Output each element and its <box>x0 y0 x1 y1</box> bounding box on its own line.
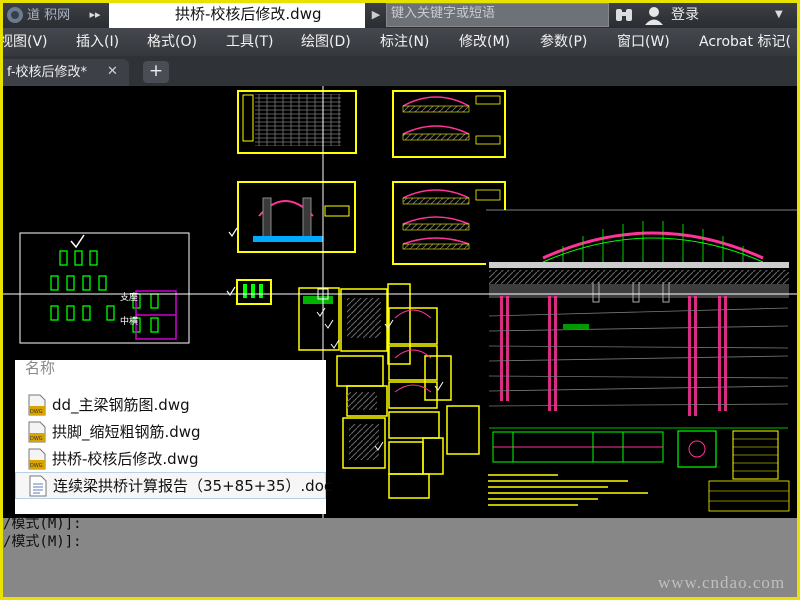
sheet-bridge-elevation <box>486 209 797 518</box>
user-icon[interactable] <box>643 5 665 25</box>
sheet-arch-elevation-top <box>392 90 506 158</box>
file-item[interactable]: DWG 拱桥-校核后修改.dwg <box>15 446 326 472</box>
sheet-cluster <box>298 283 480 499</box>
app-window: 道 积网 ▸▸ 拱桥-校核后修改.dwg ▶ 键入关键字或短语 登录 ▼ 视图(… <box>0 0 800 600</box>
svg-text:DWG: DWG <box>30 436 43 442</box>
menu-view[interactable]: 视图(V) <box>3 28 48 56</box>
file-item-selected[interactable]: 连续梁拱桥计算报告（35+85+35）.doc <box>15 472 332 499</box>
file-list-panel: 名称 DWG dd_主梁钢筋图.dwg DWG 拱脚_缩短粗钢筋.dwg DWG <box>15 358 332 514</box>
document-tab-bar: f-校核后修改* ✕ + <box>3 56 797 86</box>
column-header-name[interactable]: 名称 <box>25 358 55 378</box>
file-name: 拱脚_缩短粗钢筋.dwg <box>52 423 201 441</box>
menu-dimension[interactable]: 标注(N) <box>380 28 429 56</box>
new-tab-button[interactable]: + <box>143 61 169 83</box>
command-line: /模式(M)]: <box>3 534 82 550</box>
play-arrow-icon[interactable]: ▶ <box>367 6 385 24</box>
tab-drawing[interactable]: f-校核后修改* ✕ <box>3 59 129 86</box>
menu-format[interactable]: 格式(O) <box>147 28 197 56</box>
menu-acrobat[interactable]: Acrobat 标记( <box>699 28 791 56</box>
file-item[interactable]: DWG dd_主梁钢筋图.dwg <box>15 392 326 418</box>
command-history[interactable]: /模式(M)]: /模式(M)]: www.cndao.com <box>3 516 797 597</box>
label-middle: 中横 <box>120 315 138 327</box>
file-name: 连续梁拱桥计算报告（35+85+35）.doc <box>53 477 333 495</box>
svg-text:DWG: DWG <box>30 409 43 415</box>
menu-tools[interactable]: 工具(T) <box>226 28 273 56</box>
command-line: /模式(M)]: <box>3 516 82 532</box>
menu-window[interactable]: 窗口(W) <box>617 28 670 56</box>
title-bar: 道 积网 ▸▸ 拱桥-校核后修改.dwg ▶ 键入关键字或短语 登录 ▼ <box>3 3 797 28</box>
file-name: 拱桥-校核后修改.dwg <box>52 450 199 468</box>
app-logo: 道 积网 <box>3 3 78 28</box>
dropdown-triangle-icon[interactable]: ▼ <box>775 8 787 22</box>
rebar-detail-frame: 支座 中横 <box>19 232 190 344</box>
document-title: 拱桥-校核后修改.dwg <box>109 3 365 28</box>
binoculars-icon[interactable] <box>614 6 634 24</box>
dwg-file-icon: DWG <box>28 448 46 470</box>
watermark: www.cndao.com <box>658 573 786 592</box>
menu-parametric[interactable]: 参数(P) <box>540 28 587 56</box>
menu-insert[interactable]: 插入(I) <box>76 28 119 56</box>
dwg-file-icon: DWG <box>28 394 46 416</box>
menu-modify[interactable]: 修改(M) <box>459 28 510 56</box>
login-button[interactable]: 登录 <box>671 3 699 28</box>
quick-access-expand-button[interactable]: ▸▸ <box>83 5 107 25</box>
close-icon[interactable]: ✕ <box>107 59 118 85</box>
menu-bar: 视图(V) 插入(I) 格式(O) 工具(T) 绘图(D) 标注(N) 修改(M… <box>3 28 797 56</box>
sheet-arch-section <box>237 181 356 253</box>
svg-text:DWG: DWG <box>30 463 43 469</box>
file-name: dd_主梁钢筋图.dwg <box>52 396 190 414</box>
file-item[interactable]: DWG 拱脚_缩短粗钢筋.dwg <box>15 419 326 445</box>
dwg-file-icon: DWG <box>28 421 46 443</box>
doc-file-icon <box>29 475 47 497</box>
tab-label: f-校核后修改* <box>7 65 88 80</box>
menu-draw[interactable]: 绘图(D) <box>301 28 351 56</box>
sheet-table <box>237 90 357 154</box>
label-support: 支座 <box>120 291 138 303</box>
search-input[interactable]: 键入关键字或短语 <box>386 3 609 27</box>
